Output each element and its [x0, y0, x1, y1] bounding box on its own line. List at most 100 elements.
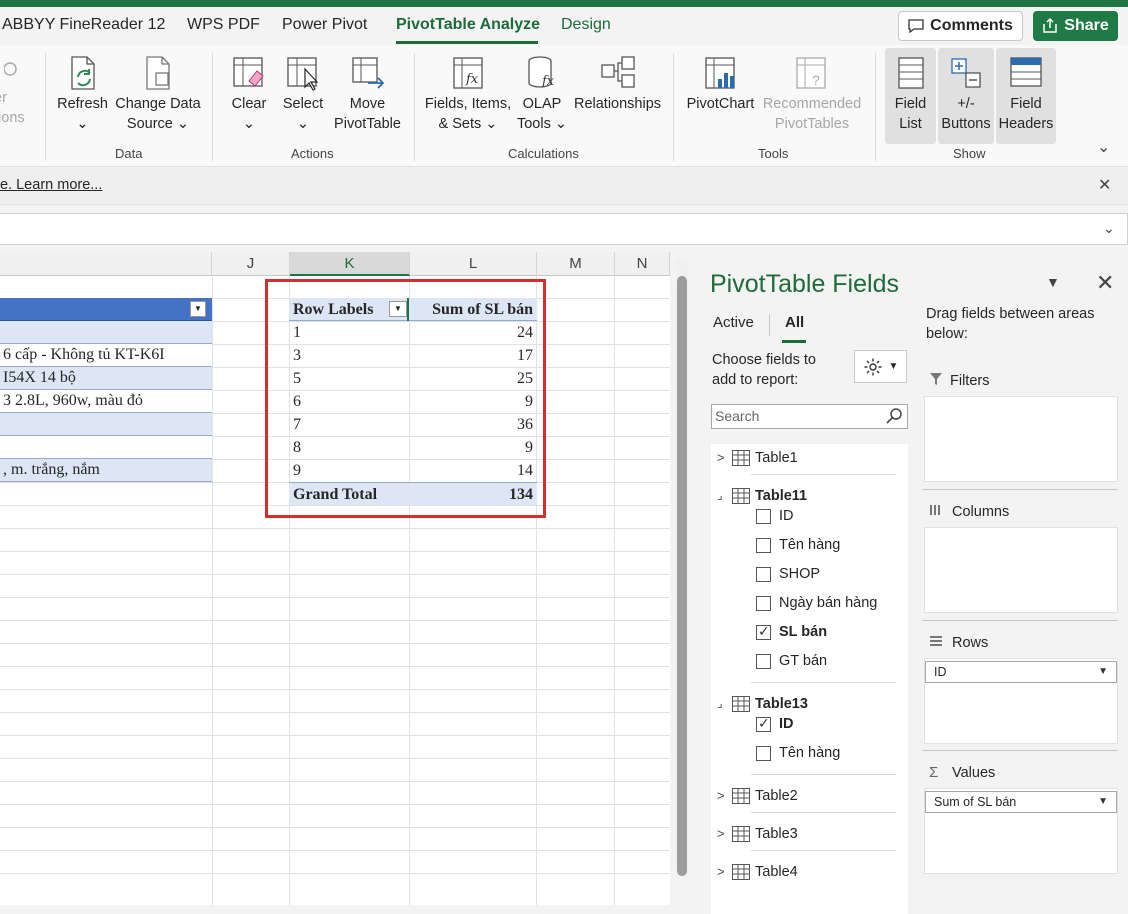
- field-item-sl-ban[interactable]: SL bán: [711, 621, 908, 647]
- ribbon-separator: [875, 53, 876, 161]
- tab-active[interactable]: Active: [713, 314, 754, 331]
- filters-area[interactable]: [924, 396, 1118, 482]
- formula-bar[interactable]: ⌄: [0, 213, 1128, 245]
- table-row[interactable]: , m. trắng, nắm: [0, 459, 212, 482]
- pivotchart-button[interactable]: PivotChart: [683, 55, 758, 114]
- columns-area[interactable]: [924, 527, 1118, 613]
- close-icon[interactable]: ✕: [1096, 270, 1114, 296]
- tab-power-pivot[interactable]: Power Pivot: [282, 16, 367, 34]
- table-node-table2[interactable]: > Table2: [711, 784, 908, 810]
- collapse-icon[interactable]: ⌟: [717, 696, 723, 710]
- partial-ribbon-button[interactable]: er tions: [0, 55, 34, 128]
- relationships-button[interactable]: Relationships: [570, 55, 665, 114]
- rows-field-pill[interactable]: ID ▼: [925, 661, 1117, 683]
- tab-pivottable-analyze[interactable]: PivotTable Analyze: [396, 16, 540, 34]
- change-data-source-button[interactable]: Change Data Source ⌄: [113, 55, 203, 134]
- chevron-right-icon[interactable]: >: [717, 864, 725, 879]
- field-checkbox-checked[interactable]: [756, 623, 771, 640]
- comments-button[interactable]: Comments: [898, 11, 1023, 41]
- table-row[interactable]: I54X 14 bộ: [0, 367, 212, 390]
- chevron-right-icon[interactable]: >: [717, 826, 725, 841]
- field-list-button[interactable]: Field List: [885, 48, 936, 144]
- field-checkbox[interactable]: [756, 654, 771, 669]
- tab-design[interactable]: Design: [561, 16, 611, 34]
- table-node-table3[interactable]: > Table3: [711, 822, 908, 848]
- grid-line: [0, 643, 670, 644]
- columns-icon: [929, 503, 943, 520]
- chevron-right-icon[interactable]: >: [717, 450, 725, 465]
- plus-minus-buttons-button[interactable]: +/- Buttons: [938, 48, 994, 144]
- field-checkbox[interactable]: [756, 538, 771, 553]
- field-item-ten-hang[interactable]: Tên hàng: [711, 742, 908, 768]
- field-item-gt-ban[interactable]: GT bán: [711, 650, 908, 676]
- recommended-pivottables-button[interactable]: ? Recommended PivotTables: [760, 55, 864, 134]
- field-item-ten-hang[interactable]: Tên hàng: [711, 534, 908, 560]
- table-node-table1[interactable]: > Table1: [711, 446, 908, 472]
- field-list[interactable]: > Table1 ⌟ Table11 ID Tên hàng SHOP Ngày…: [711, 444, 908, 914]
- table-row[interactable]: 3 2.8L, 960w, màu đỏ: [0, 390, 212, 413]
- pivotchart-label: PivotChart: [686, 96, 755, 112]
- partial-label-top: er: [0, 90, 7, 106]
- close-icon[interactable]: ✕: [1098, 175, 1111, 195]
- pane-options-icon[interactable]: ▼: [1046, 274, 1060, 290]
- column-header-m[interactable]: M: [537, 252, 615, 276]
- scrollbar-thumb[interactable]: [677, 276, 687, 876]
- refresh-button[interactable]: Refresh ⌄: [55, 55, 110, 134]
- table-row[interactable]: [0, 436, 212, 459]
- column-header-j[interactable]: J: [212, 252, 290, 276]
- field-settings-button[interactable]: ▼: [854, 350, 907, 383]
- table-node-table4[interactable]: > Table4: [711, 860, 908, 886]
- clear-button[interactable]: Clear ⌄: [224, 55, 274, 134]
- share-button[interactable]: Share: [1033, 11, 1118, 41]
- table-label: Table3: [755, 826, 798, 842]
- select-button[interactable]: Select ⌄: [278, 55, 328, 134]
- table-row[interactable]: [0, 321, 212, 344]
- ribbon-collapse-icon[interactable]: ⌄: [1097, 137, 1110, 157]
- chevron-down-icon[interactable]: ▼: [1098, 662, 1108, 682]
- chevron-down-icon[interactable]: ▼: [1098, 792, 1108, 812]
- field-label: SL bán: [779, 624, 828, 640]
- field-item-shop[interactable]: SHOP: [711, 563, 908, 589]
- change-data-label-1: Change Data: [115, 96, 201, 112]
- choose-fields-label: Choose fields to add to report:: [712, 350, 816, 390]
- table-row[interactable]: [0, 413, 212, 436]
- active-tab-indicator: [396, 41, 538, 44]
- values-field-label: Sum of SL bán: [934, 795, 1017, 809]
- column-header-n[interactable]: N: [615, 252, 670, 276]
- column-header-l[interactable]: L: [410, 252, 537, 276]
- column-header-k[interactable]: K: [290, 252, 410, 276]
- sheet-vertical-scrollbar[interactable]: [676, 260, 688, 878]
- chevron-right-icon[interactable]: >: [717, 788, 725, 803]
- olap-tools-icon: fx: [528, 56, 555, 89]
- column-header-partial[interactable]: [0, 252, 212, 276]
- values-field-pill[interactable]: Sum of SL bán ▼: [925, 791, 1117, 813]
- field-headers-button[interactable]: Field Headers: [996, 48, 1056, 144]
- field-checkbox[interactable]: [756, 567, 771, 582]
- field-item-ngay-ban-hang[interactable]: Ngày bán hàng: [711, 592, 908, 618]
- group-label-tools: Tools: [758, 146, 789, 161]
- table-header-row[interactable]: ▼: [0, 298, 212, 321]
- headers-label-2: Headers: [998, 116, 1054, 132]
- collapse-icon[interactable]: ⌟: [717, 488, 723, 502]
- move-pivottable-button[interactable]: Move PivotTable: [330, 55, 405, 134]
- field-checkbox-checked[interactable]: [756, 715, 771, 732]
- field-search-input[interactable]: Search: [711, 404, 908, 429]
- field-item-id[interactable]: ID: [711, 713, 908, 739]
- fields-items-sets-button[interactable]: fx Fields, Items, & Sets ⌄: [422, 55, 514, 134]
- fields-label-2: & Sets: [438, 116, 482, 132]
- olap-tools-button[interactable]: fx OLAP Tools ⌄: [516, 55, 568, 134]
- tab-all[interactable]: All: [785, 314, 804, 331]
- grid-line: [0, 758, 670, 759]
- table-row[interactable]: 6 cấp - Không tủ KT-K6I: [0, 344, 212, 367]
- field-checkbox[interactable]: [756, 746, 771, 761]
- tab-abbyy[interactable]: ABBYY FineReader 12: [2, 16, 165, 34]
- field-checkbox[interactable]: [756, 509, 771, 524]
- learn-more-link[interactable]: e. Learn more...: [0, 177, 102, 193]
- grid-line: [0, 689, 670, 690]
- filter-dropdown-icon[interactable]: ▼: [190, 301, 206, 317]
- tab-wps-pdf[interactable]: WPS PDF: [187, 16, 260, 34]
- field-checkbox[interactable]: [756, 596, 771, 611]
- chevron-down-icon[interactable]: ⌄: [1103, 220, 1115, 237]
- field-item-id[interactable]: ID: [711, 505, 908, 531]
- drag-fields-hint: Drag fields between areas below:: [926, 304, 1094, 344]
